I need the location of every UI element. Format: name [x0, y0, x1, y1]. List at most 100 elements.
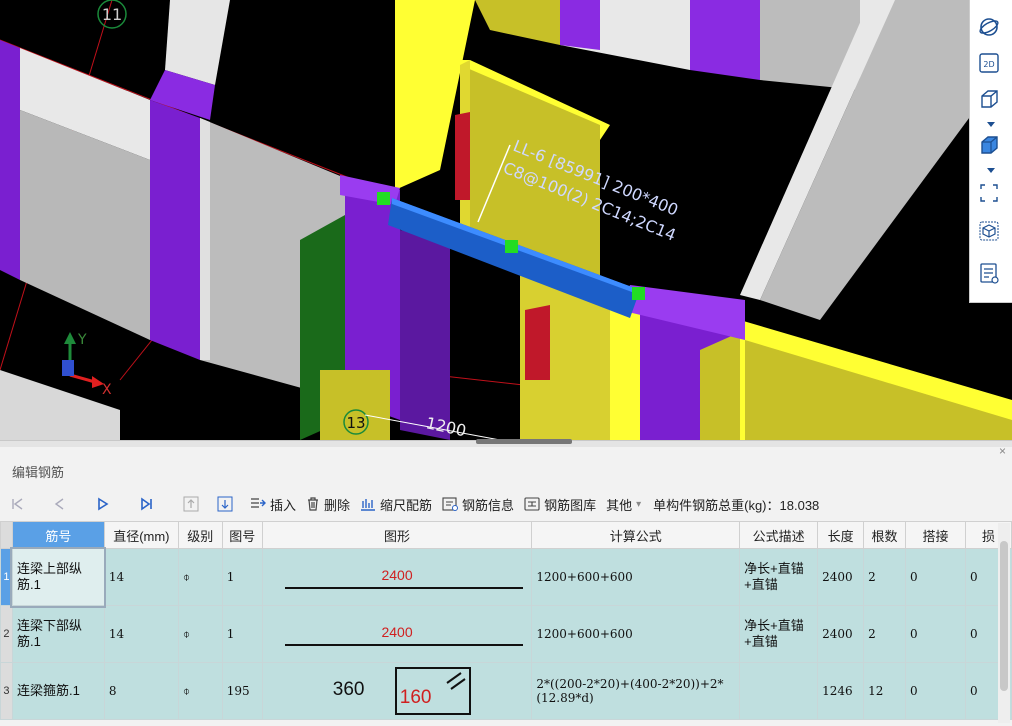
- col-header-formula-desc[interactable]: 公式描述: [739, 521, 819, 549]
- panel-splitter[interactable]: [0, 439, 1012, 447]
- other-dropdown[interactable]: 其他 ▾: [606, 492, 641, 516]
- col-header-lap[interactable]: 搭接: [905, 521, 966, 549]
- shape-length[interactable]: 2400: [267, 567, 528, 583]
- last-record-icon[interactable]: [136, 493, 158, 515]
- cell-grade[interactable]: ⌽: [177, 605, 223, 663]
- table-row[interactable]: 3 连梁箍筋.1 8 ⌽ 195 360 160 2*((200-2*20)+(…: [0, 662, 1012, 720]
- col-header-diameter[interactable]: 直径(mm): [103, 521, 179, 549]
- dropdown-arrow-icon[interactable]: [987, 168, 995, 173]
- grip-point[interactable]: [505, 240, 518, 253]
- move-up-icon[interactable]: [180, 493, 202, 515]
- insert-button[interactable]: 插入: [250, 492, 296, 516]
- cell-lap[interactable]: 0: [905, 605, 966, 663]
- cell-shape[interactable]: 360 160: [261, 662, 533, 720]
- x-axis-arrow: [69, 373, 96, 384]
- cell-count[interactable]: 2: [863, 548, 907, 606]
- cell-length[interactable]: 1246: [817, 662, 865, 720]
- cell-formula[interactable]: 1200+600+600: [531, 548, 741, 606]
- col-header-figure-no[interactable]: 图号: [221, 521, 263, 549]
- axis-label-y: Y: [77, 332, 87, 348]
- splitter-grip[interactable]: [476, 439, 572, 444]
- row-header-corner: [0, 521, 13, 549]
- column-top: [560, 0, 600, 50]
- axis-number-bottom: 13: [346, 414, 365, 432]
- stirrup-shape: 160: [394, 667, 471, 715]
- cell-diameter[interactable]: 14: [103, 548, 179, 606]
- stirrup-width[interactable]: 360: [333, 679, 365, 701]
- edit-rebar-panel: 编辑钢筋 × 插入 删除 缩尺配筋 钢筋信息 钢筋图库 其他 ▾ 单构件钢筋总重(…: [0, 439, 1012, 726]
- cell-figure-no[interactable]: 195: [221, 662, 263, 720]
- move-down-icon[interactable]: [214, 493, 236, 515]
- col-header-length[interactable]: 长度: [817, 521, 865, 549]
- rebar-info-button[interactable]: 钢筋信息: [442, 492, 514, 516]
- cell-length[interactable]: 2400: [817, 605, 865, 663]
- first-record-icon[interactable]: [6, 493, 28, 515]
- cell-formula-desc[interactable]: 净长+直锚+直锚: [739, 605, 819, 663]
- col-header-grade[interactable]: 级别: [177, 521, 223, 549]
- shape-length[interactable]: 2400: [267, 624, 528, 640]
- cell-formula[interactable]: 2*((200-2*20)+(400-2*20))+2*(12.89*d): [531, 662, 741, 720]
- prev-record-icon[interactable]: [48, 493, 70, 515]
- cell-lap[interactable]: 0: [905, 548, 966, 606]
- column-face: [0, 40, 20, 280]
- 3d-box-icon[interactable]: [978, 88, 1004, 114]
- cell-bar-name[interactable]: 连梁箍筋.1: [11, 662, 105, 720]
- chevron-down-icon: ▾: [636, 498, 642, 510]
- info-icon: [442, 497, 459, 511]
- cell-diameter[interactable]: 14: [103, 605, 179, 663]
- wall-edge: [200, 118, 210, 360]
- cell-shape[interactable]: 2400: [261, 605, 533, 663]
- 3d-model-scene[interactable]: LL-6 [85991] 200*400 C8@100(2) 2C14;2C14…: [0, 0, 1012, 440]
- list-eye-icon[interactable]: [978, 262, 1004, 288]
- cell-grade[interactable]: ⌽: [177, 548, 223, 606]
- grip-point[interactable]: [377, 192, 390, 205]
- cell-count[interactable]: 2: [863, 605, 907, 663]
- table-row[interactable]: 2 连梁下部纵筋.1 14 ⌽ 1 2400 1200+600+600 净长+直…: [0, 605, 1012, 663]
- col-header-bar-no[interactable]: 筋号: [11, 521, 105, 549]
- scale-rebar-button[interactable]: 缩尺配筋: [360, 492, 432, 516]
- cell-diameter[interactable]: 8: [103, 662, 179, 720]
- delete-button[interactable]: 删除: [306, 492, 350, 516]
- vertical-scrollbar[interactable]: [998, 523, 1010, 723]
- svg-text:2D: 2D: [983, 60, 994, 69]
- orbit-icon[interactable]: [978, 16, 1004, 42]
- component-icon[interactable]: [978, 220, 1004, 246]
- library-icon: [524, 497, 540, 511]
- cell-grade[interactable]: ⌽: [177, 662, 223, 720]
- column-face: [690, 0, 760, 80]
- beam-yellow: [610, 300, 640, 440]
- cell-figure-no[interactable]: 1: [221, 548, 263, 606]
- close-icon[interactable]: ×: [999, 444, 1006, 458]
- rebar-library-button[interactable]: 钢筋图库: [524, 492, 596, 516]
- col-header-count[interactable]: 根数: [863, 521, 907, 549]
- table-row[interactable]: 1 连梁上部纵筋.1 14 ⌽ 1 2400 1200+600+600 净长+直…: [0, 546, 1012, 608]
- dropdown-arrow-icon[interactable]: [987, 122, 995, 127]
- cell-formula-desc[interactable]: 净长+直锚+直锚: [739, 548, 819, 606]
- row-index[interactable]: 3: [0, 662, 13, 720]
- 3d-box-solid-icon[interactable]: [978, 134, 1004, 160]
- select-frame-icon[interactable]: [978, 182, 1004, 208]
- col-header-shape[interactable]: 图形: [261, 521, 533, 549]
- 2d-view-icon[interactable]: 2D: [978, 52, 1004, 78]
- cell-shape[interactable]: 2400: [261, 548, 533, 606]
- row-index[interactable]: 2: [0, 605, 13, 663]
- grip-point[interactable]: [632, 287, 645, 300]
- rebar-red: [525, 305, 550, 380]
- scroll-thumb[interactable]: [1000, 541, 1008, 691]
- cell-length[interactable]: 2400: [817, 548, 865, 606]
- 3d-viewport[interactable]: LL-6 [85991] 200*400 C8@100(2) 2C14;2C14…: [0, 0, 1012, 440]
- col-header-formula[interactable]: 计算公式: [531, 521, 741, 549]
- cell-figure-no[interactable]: 1: [221, 605, 263, 663]
- insert-icon: [250, 497, 266, 511]
- axis-label-x: X: [102, 382, 112, 398]
- next-record-icon[interactable]: [92, 493, 114, 515]
- cell-lap[interactable]: 0: [905, 662, 966, 720]
- cell-bar-name[interactable]: 连梁下部纵筋.1: [11, 605, 105, 663]
- cell-bar-name[interactable]: 连梁上部纵筋.1: [10, 546, 107, 608]
- row-index[interactable]: 1: [0, 548, 13, 606]
- y-axis-head: [64, 332, 76, 344]
- cell-count[interactable]: 12: [863, 662, 907, 720]
- cell-formula[interactable]: 1200+600+600: [531, 605, 741, 663]
- cell-formula-desc[interactable]: [739, 662, 819, 720]
- stirrup-height[interactable]: 160: [400, 687, 432, 709]
